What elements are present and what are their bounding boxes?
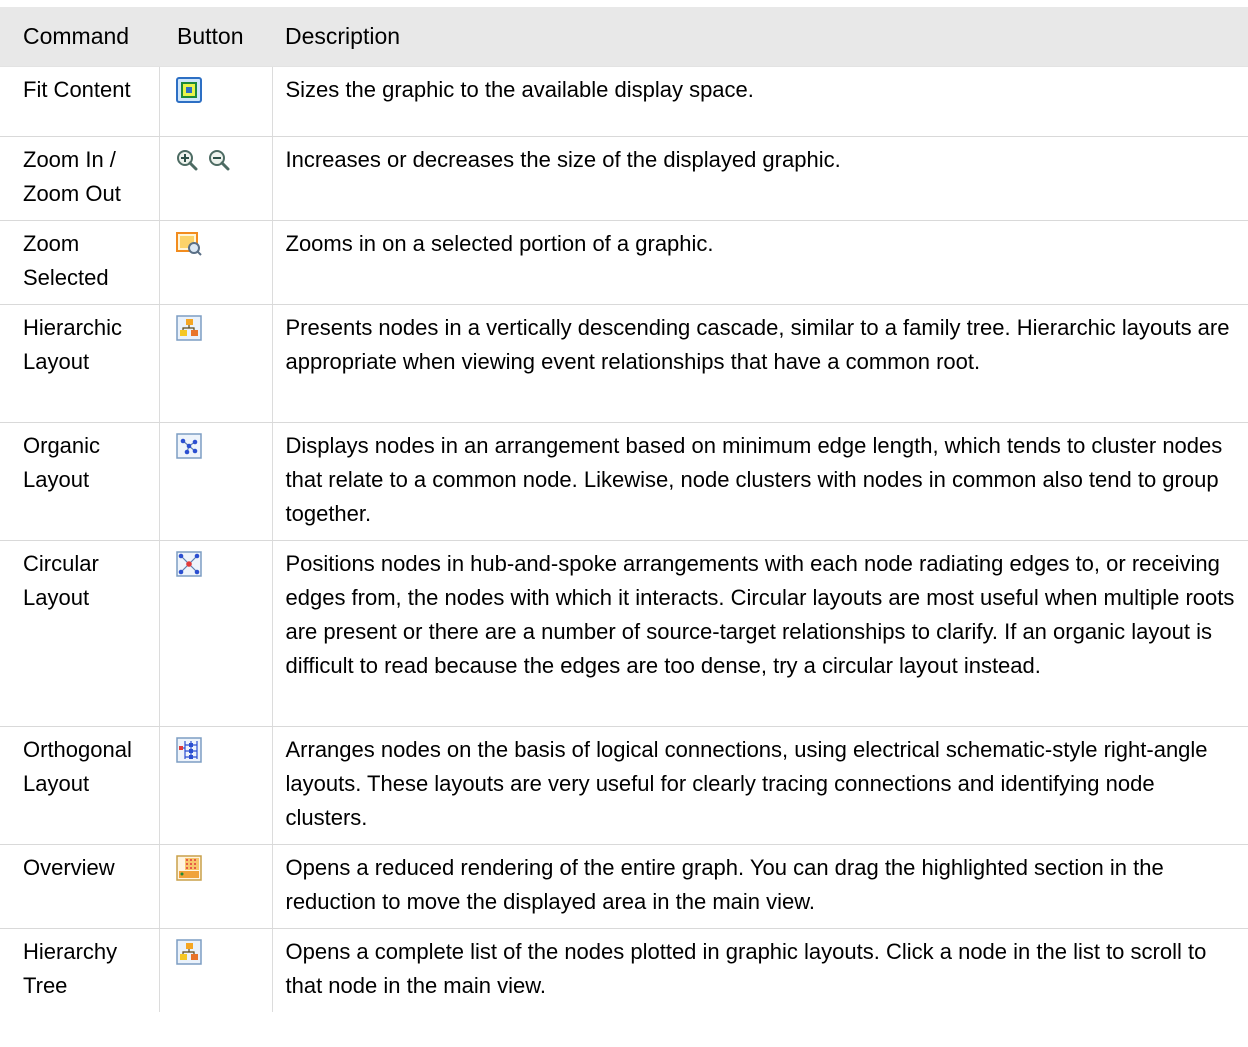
command-cell: Hierarchy Tree bbox=[23, 938, 118, 998]
table-row: Zoom Selected Zooms in on a selected por… bbox=[0, 220, 1248, 305]
command-cell: Orthogonal Layout bbox=[0, 726, 159, 845]
table-row: Fit Content Sizes the graphic to the ava… bbox=[0, 66, 1248, 137]
description-cell: Arranges nodes on the basis of logical c… bbox=[272, 726, 1248, 845]
hierarchy-tree-icon bbox=[175, 938, 202, 965]
button-cell bbox=[158, 422, 273, 541]
command-cell: Circular Layout bbox=[0, 540, 159, 727]
description-cell: Presents nodes in a vertically descendin… bbox=[272, 304, 1248, 423]
table-header-row: Command Button Description bbox=[0, 7, 1248, 67]
table-row: Hierarchy Tree Opens a complete list of … bbox=[0, 928, 1248, 1012]
table-row: Hierarchic Layout Presents nodes in a ve… bbox=[0, 304, 1248, 423]
zoom-out-icon bbox=[208, 149, 230, 171]
button-cell bbox=[158, 928, 273, 1012]
description-cell: Positions nodes in hub-and-spoke arrange… bbox=[272, 540, 1248, 727]
button-cell bbox=[158, 844, 273, 929]
button-cell bbox=[158, 540, 273, 727]
description-cell: Opens a complete list of the nodes plott… bbox=[285, 938, 1207, 998]
description-cell: Sizes the graphic to the available displ… bbox=[272, 66, 1248, 137]
description-cell: Zooms in on a selected portion of a grap… bbox=[272, 220, 1248, 305]
table-row: Overview Opens a reduced rendering of th… bbox=[0, 844, 1248, 929]
header-button: Button bbox=[159, 7, 272, 67]
button-cell bbox=[158, 66, 273, 137]
hierarchic-layout-icon bbox=[175, 314, 202, 341]
command-cell: Overview bbox=[0, 844, 159, 929]
header-command: Command bbox=[0, 7, 159, 67]
header-description: Description bbox=[272, 7, 1248, 67]
button-cell bbox=[158, 220, 273, 305]
zoom-in-icon bbox=[176, 149, 198, 171]
table-row: Zoom In / Zoom Out Increases or decrease… bbox=[0, 136, 1248, 221]
table-row: Orthogonal Layout Arranges nodes on the … bbox=[0, 726, 1248, 845]
button-cell bbox=[158, 726, 273, 845]
overview-icon bbox=[175, 854, 202, 881]
command-cell: Hierarchic Layout bbox=[0, 304, 159, 423]
description-cell: Opens a reduced rendering of the entire … bbox=[272, 844, 1248, 929]
fit-content-icon bbox=[175, 76, 202, 103]
button-cell bbox=[158, 304, 273, 423]
table-row: Organic Layout Displays nodes in an arra… bbox=[0, 422, 1248, 541]
circular-layout-icon bbox=[175, 550, 202, 577]
zoom-selected-icon bbox=[175, 231, 202, 257]
command-cell: Fit Content bbox=[0, 66, 159, 137]
table-row: Circular Layout Positions nodes in hub-a… bbox=[0, 540, 1248, 727]
orthogonal-layout-icon bbox=[175, 736, 202, 763]
description-cell: Increases or decreases the size of the d… bbox=[272, 136, 1248, 221]
command-cell: Zoom Selected bbox=[0, 220, 159, 305]
command-cell: Organic Layout bbox=[0, 422, 159, 541]
button-cell bbox=[158, 136, 273, 221]
description-cell: Displays nodes in an arrangement based o… bbox=[272, 422, 1248, 541]
organic-layout-icon bbox=[175, 432, 202, 459]
commands-table: Command Button Description Fit Content S… bbox=[0, 7, 1248, 1012]
command-cell: Zoom In / Zoom Out bbox=[0, 136, 159, 221]
